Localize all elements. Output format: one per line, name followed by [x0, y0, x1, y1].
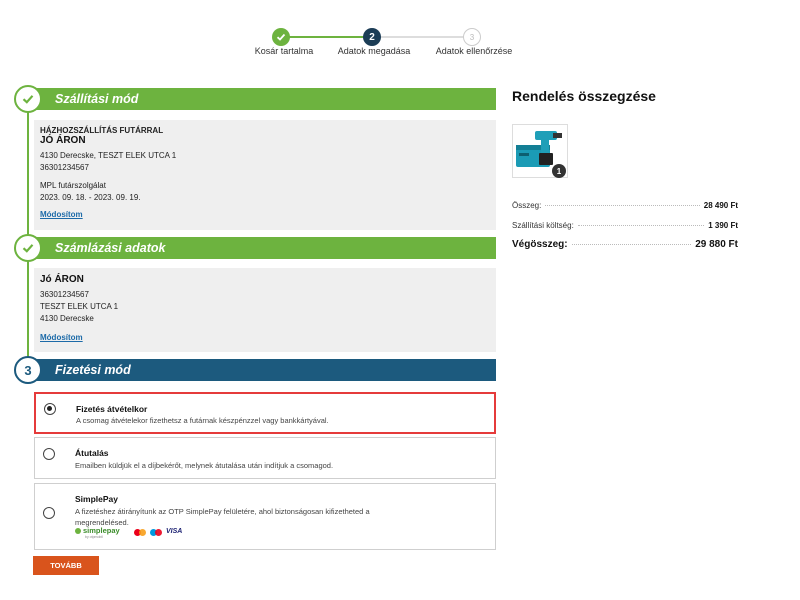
- simplepay-logo: simplepay: [75, 526, 120, 535]
- billing-street: TESZT ELEK UTCA 1: [40, 302, 119, 311]
- payment-radio-transfer[interactable]: [43, 448, 55, 460]
- shipping-info-box: HÁZHOZSZÁLLÍTÁS FUTÁRRAL JÓ ÁRON 4130 De…: [34, 120, 496, 230]
- summary-title: Rendelés összegzése: [512, 88, 656, 104]
- checkout-stepper: 2 3 Kosár tartalma Adatok megadása Adato…: [0, 0, 800, 60]
- summary-dots: [571, 244, 692, 245]
- billing-check-icon: [14, 234, 42, 262]
- billing-section-header: Számlázási adatok: [28, 237, 496, 259]
- summary-subtotal-row: Összeg: 28 490 Ft: [512, 201, 738, 210]
- shipping-section-header: Szállítási mód: [28, 88, 496, 110]
- simplepay-logo-icon: [75, 527, 81, 534]
- payment-step-badge: 3: [14, 356, 42, 384]
- payment-option-transfer[interactable]: Átutalás Emailben küldjük el a díjbekérő…: [34, 437, 496, 479]
- simplepay-sub-text: by otpmobil: [85, 535, 103, 539]
- summary-total-value: 29 880 Ft: [695, 239, 738, 250]
- billing-city: 4130 Derecske: [40, 314, 94, 323]
- summary-total-label: Végösszeg:: [512, 239, 568, 250]
- summary-subtotal-value: 28 490 Ft: [703, 201, 738, 210]
- shipping-carrier: MPL futárszolgálat: [40, 181, 106, 190]
- step-3-circle: 3: [463, 28, 481, 46]
- next-button[interactable]: TOVÁBB: [33, 556, 99, 575]
- payment-title-cod: Fizetés átvételkor: [76, 404, 148, 414]
- summary-subtotal-label: Összeg:: [512, 201, 542, 210]
- timeline-line-2: [27, 260, 29, 360]
- step-line-done: [282, 36, 372, 38]
- summary-shipping-label: Szállítási költség:: [512, 221, 574, 230]
- payment-title-transfer: Átutalás: [75, 448, 109, 458]
- step-2-number: 2: [369, 31, 375, 43]
- step-3-label: Adatok ellenőrzése: [435, 46, 513, 56]
- timeline-line-1: [27, 110, 29, 240]
- payment-option-simplepay[interactable]: SimplePay A fizetéshez átirányítunk az O…: [34, 483, 496, 550]
- mastercard-icon: [134, 529, 146, 536]
- simplepay-logo-text: simplepay: [83, 526, 120, 535]
- payment-option-cod[interactable]: Fizetés átvételkor A csomag átvételekor …: [34, 392, 496, 434]
- payment-radio-simplepay[interactable]: [43, 507, 55, 519]
- payment-radio-cod[interactable]: [44, 403, 56, 415]
- billing-edit-link[interactable]: Módosítom: [40, 333, 83, 342]
- payment-desc-transfer: Emailben küldjük el a díjbekérőt, melyne…: [75, 461, 334, 470]
- maestro-icon: [150, 529, 162, 536]
- step-2-label: Adatok megadása: [337, 46, 411, 56]
- step-2-circle: 2: [363, 28, 381, 46]
- summary-shipping-value: 1 390 Ft: [708, 221, 738, 230]
- summary-dots: [577, 225, 705, 226]
- shipping-phone: 36301234567: [40, 163, 89, 172]
- billing-phone: 36301234567: [40, 290, 89, 299]
- shipping-check-icon: [14, 85, 42, 113]
- summary-dots: [545, 205, 700, 206]
- summary-shipping-row: Szállítási költség: 1 390 Ft: [512, 221, 738, 230]
- shipping-name: JÓ ÁRON: [40, 135, 86, 146]
- payment-section-header: Fizetési mód: [28, 359, 496, 381]
- shipping-method: HÁZHOZSZÁLLÍTÁS FUTÁRRAL: [40, 126, 164, 135]
- product-qty-badge: 1: [552, 164, 566, 178]
- visa-icon: VISA: [166, 528, 183, 535]
- payment-desc-cod: A csomag átvételekor fizethetsz a futárn…: [76, 416, 329, 425]
- shipping-address: 4130 Derecske, TESZT ELEK UTCA 1: [40, 151, 177, 160]
- billing-name: Jó ÁRON: [40, 274, 84, 285]
- shipping-edit-link[interactable]: Módosítom: [40, 210, 83, 219]
- step-1-label: Kosár tartalma: [254, 46, 314, 56]
- step-line-pending: [372, 36, 472, 38]
- payment-desc-simplepay: A fizetéshez átirányítunk az OTP SimpleP…: [75, 507, 370, 527]
- summary-total-row: Végösszeg: 29 880 Ft: [512, 239, 738, 250]
- payment-title-simplepay: SimplePay: [75, 494, 118, 504]
- shipping-dates: 2023. 09. 18. - 2023. 09. 19.: [40, 193, 141, 202]
- billing-info-box: Jó ÁRON 36301234567 TESZT ELEK UTCA 1 41…: [34, 268, 496, 352]
- step-1-check-icon: [272, 28, 290, 46]
- payment-step-number: 3: [24, 362, 32, 378]
- step-3-number: 3: [469, 32, 475, 42]
